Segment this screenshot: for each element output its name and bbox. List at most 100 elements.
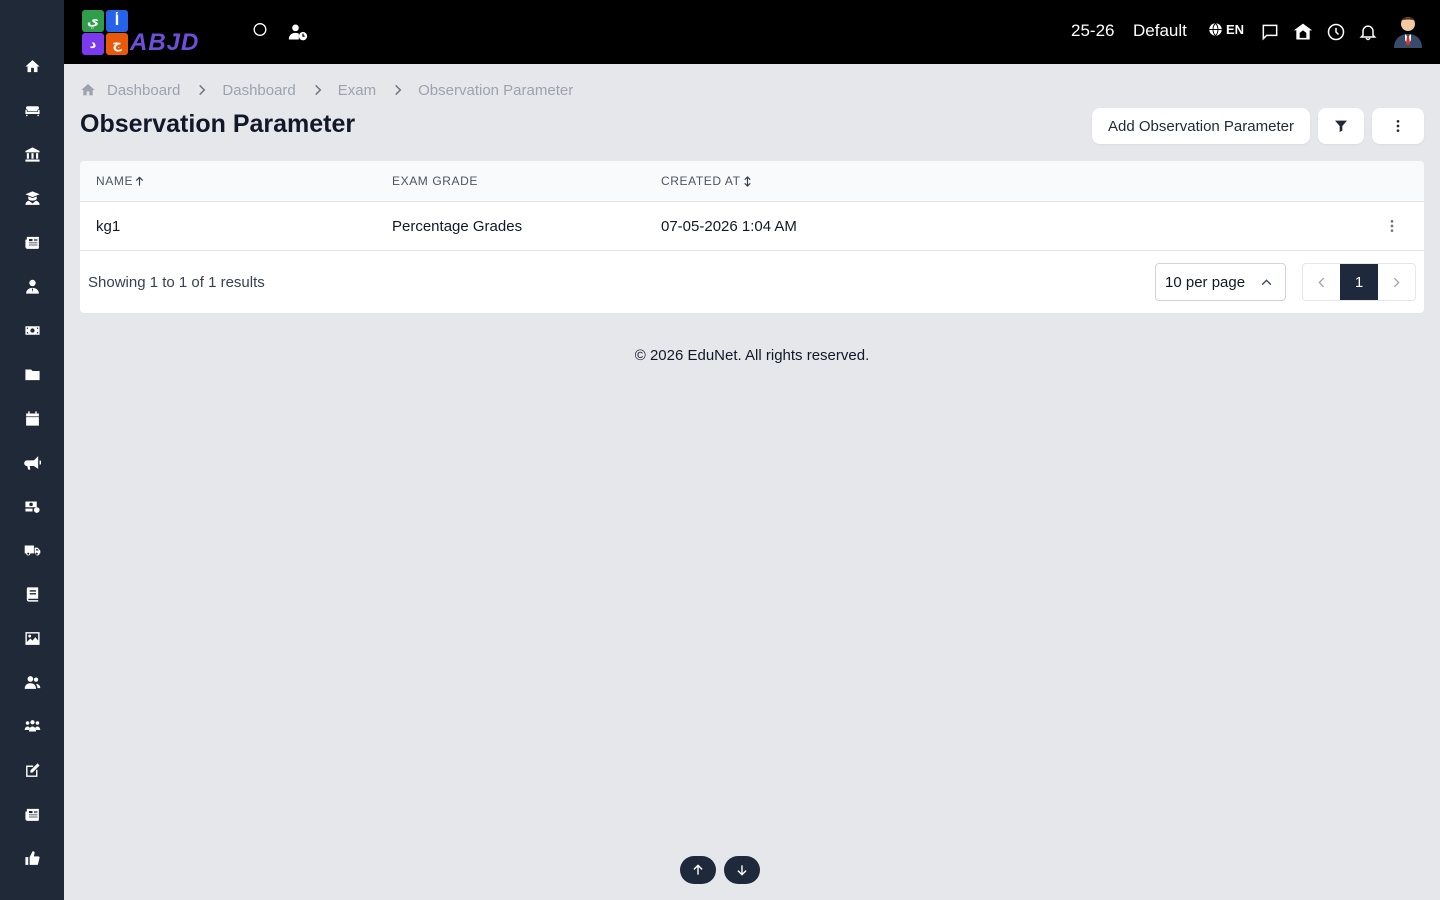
previous-page-button[interactable]: [1303, 264, 1340, 300]
theme-selector[interactable]: Default: [1133, 21, 1187, 41]
sidebar-item-classroom[interactable]: [0, 88, 64, 132]
book-icon: [26, 586, 38, 602]
home-icon: [24, 59, 40, 72]
column-header-name[interactable]: NAME: [96, 174, 145, 188]
calendar-icon: [25, 410, 39, 426]
more-options-button[interactable]: [1372, 108, 1424, 144]
breadcrumb-current: Observation Parameter: [418, 81, 574, 99]
globe-icon: [1209, 22, 1222, 37]
graduate-icon: [24, 190, 40, 205]
logo-tile: أ: [106, 10, 128, 32]
sidebar: [0, 0, 64, 900]
arrow-down-icon: [737, 865, 747, 876]
more-vertical-icon: [1396, 120, 1400, 132]
avatar-icon: [1394, 17, 1422, 48]
data-table-card: NAME EXAM GRADE CREATED AT kg1 Percentag…: [80, 161, 1424, 313]
arrow-up-icon: [693, 864, 703, 875]
sidebar-item-reports[interactable]: [0, 792, 64, 836]
truck-icon: [24, 545, 40, 555]
notifications-button[interactable]: [1356, 20, 1380, 44]
sidebar-item-calendar[interactable]: [0, 396, 64, 440]
messages-button[interactable]: [1258, 20, 1282, 44]
sort-both-icon: [743, 175, 751, 187]
bell-icon: [1359, 25, 1377, 41]
avatar[interactable]: [1392, 14, 1424, 48]
chevron-right-icon: [311, 83, 325, 97]
filter-button[interactable]: [1318, 108, 1364, 144]
school-icon: [1293, 23, 1313, 40]
language-selector[interactable]: EN: [1208, 22, 1244, 37]
sidebar-item-exam[interactable]: [0, 748, 64, 792]
top-bar: ي أ د ج ABJD 25-26 Default EN: [64, 0, 1440, 64]
pagination: 1: [1302, 263, 1416, 301]
user-clock-button[interactable]: [286, 20, 310, 44]
money-gear-icon: [24, 501, 40, 513]
sidebar-item-transactions[interactable]: [0, 484, 64, 528]
logo-text: ABJD: [130, 29, 200, 56]
message-icon: [1262, 24, 1278, 41]
sidebar-item-news[interactable]: [0, 220, 64, 264]
sidebar-item-fees[interactable]: [0, 308, 64, 352]
people-group-icon: [24, 719, 40, 731]
cell-exam-grade: Percentage Grades: [392, 218, 523, 235]
school-button[interactable]: [1291, 20, 1315, 44]
table-row[interactable]: kg1 Percentage Grades 07-05-2026 1:04 AM: [80, 202, 1424, 251]
chevron-up-icon: [1261, 279, 1272, 286]
per-page-select[interactable]: 10 per page: [1155, 263, 1286, 301]
chevron-right-icon: [391, 83, 405, 97]
scroll-down-button[interactable]: [724, 856, 760, 884]
sidebar-item-users[interactable]: [0, 660, 64, 704]
home-icon[interactable]: [80, 82, 96, 98]
thumbs-up-icon: [24, 850, 40, 865]
per-page-value: 10 per page: [1165, 273, 1246, 291]
sort-ascending-icon: [135, 176, 144, 186]
column-header-label: CREATED AT: [661, 174, 741, 188]
session-year[interactable]: 25-26: [1071, 21, 1114, 41]
users-icon: [24, 675, 40, 689]
scroll-up-button[interactable]: [680, 856, 716, 884]
filter-icon: [1335, 120, 1347, 132]
sidebar-item-gallery[interactable]: [0, 616, 64, 660]
sidebar-item-institution[interactable]: [0, 132, 64, 176]
history-button[interactable]: [1324, 20, 1348, 44]
column-header-created-at[interactable]: CREATED AT: [661, 174, 753, 188]
app-logo[interactable]: ي أ د ج ABJD: [80, 8, 226, 56]
chevron-right-icon: [195, 83, 209, 97]
image-icon: [24, 631, 40, 645]
add-observation-parameter-button[interactable]: Add Observation Parameter: [1092, 108, 1310, 144]
sidebar-item-announcements[interactable]: [0, 440, 64, 484]
breadcrumb-item[interactable]: Dashboard: [222, 82, 295, 99]
logo-tile: د: [82, 33, 104, 55]
money-icon: [24, 325, 40, 335]
breadcrumb: Dashboard Dashboard Exam Observation Par…: [80, 80, 573, 100]
chevron-right-icon: [1393, 277, 1400, 287]
chevron-left-icon: [1318, 277, 1325, 287]
sidebar-item-home[interactable]: [0, 44, 64, 88]
newspaper-icon: [24, 236, 39, 249]
status-circle-icon[interactable]: [248, 20, 272, 44]
next-page-button[interactable]: [1378, 264, 1415, 300]
breadcrumb-item[interactable]: Exam: [338, 82, 376, 99]
page-title: Observation Parameter: [80, 110, 356, 138]
cell-created-at: 07-05-2026 1:04 AM: [661, 218, 797, 235]
sidebar-item-teacher[interactable]: [0, 264, 64, 308]
sidebar-item-transport[interactable]: [0, 528, 64, 572]
table-header: NAME EXAM GRADE CREATED AT: [80, 161, 1424, 202]
page-button[interactable]: 1: [1340, 264, 1378, 300]
sofa-icon: [24, 105, 40, 116]
logo-tile: ي: [82, 10, 104, 32]
logo-tile: ج: [106, 33, 128, 55]
sidebar-item-feedback[interactable]: [0, 836, 64, 880]
sidebar-item-library[interactable]: [0, 572, 64, 616]
column-header-exam-grade[interactable]: EXAM GRADE: [392, 174, 478, 188]
folder-icon: [24, 369, 40, 380]
report-icon: [24, 808, 39, 821]
sidebar-item-groups[interactable]: [0, 704, 64, 748]
sidebar-item-graduation[interactable]: [0, 176, 64, 220]
edit-icon: [25, 762, 40, 777]
breadcrumb-item[interactable]: Dashboard: [107, 82, 180, 99]
results-summary: Showing 1 to 1 of 1 results: [88, 274, 265, 291]
cell-name: kg1: [96, 218, 121, 235]
row-actions-button[interactable]: [1382, 215, 1402, 237]
bank-icon: [24, 146, 40, 162]
